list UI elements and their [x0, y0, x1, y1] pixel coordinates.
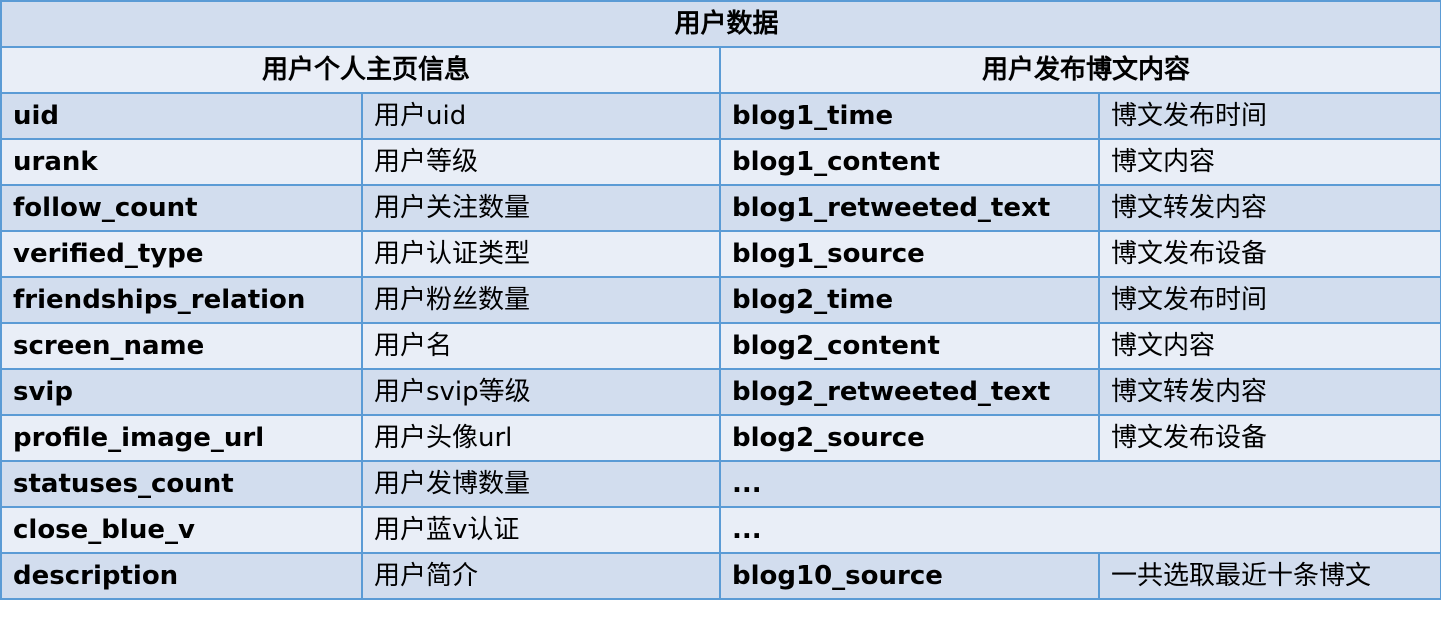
profile-section-header: 用户个人主页信息: [0, 46, 721, 94]
profile-field-desc: 用户发博数量: [361, 460, 721, 508]
blog-field-name: blog2_source: [719, 414, 1100, 462]
blog-field-desc: 博文发布时间: [1097, 276, 1441, 324]
profile-field-name: verified_type: [0, 230, 363, 278]
profile-field-desc: 用户关注数量: [361, 184, 721, 232]
profile-field-name: follow_count: [0, 184, 363, 232]
profile-field-desc: 用户svip等级: [361, 368, 721, 416]
profile-field-desc: 用户蓝v认证: [361, 506, 721, 554]
blog-field-name: blog2_content: [719, 322, 1100, 370]
section-header-row: 用户个人主页信息 用户发布博文内容: [0, 46, 1441, 94]
blog-field-desc: 博文转发内容: [1097, 184, 1441, 232]
table-row: urank 用户等级 blog1_content 博文内容: [0, 138, 1441, 186]
table-row: verified_type 用户认证类型 blog1_source 博文发布设备: [0, 230, 1441, 278]
blog-field-name: blog1_source: [719, 230, 1100, 278]
blog-field-desc: 博文内容: [1097, 322, 1441, 370]
profile-field-desc: 用户名: [361, 322, 721, 370]
profile-field-name: uid: [0, 92, 363, 140]
profile-field-name: description: [0, 552, 363, 600]
profile-field-name: close_blue_v: [0, 506, 363, 554]
blog-field-desc: 博文内容: [1097, 138, 1441, 186]
blog-field-name: blog1_retweeted_text: [719, 184, 1100, 232]
profile-field-name: statuses_count: [0, 460, 363, 508]
blog-field-desc: 博文发布设备: [1097, 230, 1441, 278]
profile-field-desc: 用户uid: [361, 92, 721, 140]
blog-field-desc: 一共选取最近十条博文: [1097, 552, 1441, 600]
blog-field-name: blog1_content: [719, 138, 1100, 186]
blog-field-ellipsis: ...: [718, 506, 1441, 554]
table-row: follow_count 用户关注数量 blog1_retweeted_text…: [0, 184, 1441, 232]
blog-field-desc: 博文转发内容: [1097, 368, 1441, 416]
profile-field-name: urank: [0, 138, 363, 186]
blog-field-desc: 博文发布设备: [1097, 414, 1441, 462]
blog-field-name: blog2_retweeted_text: [719, 368, 1100, 416]
blog-field-desc: 博文发布时间: [1097, 92, 1441, 140]
blog-field-name: blog10_source: [719, 552, 1100, 600]
profile-field-desc: 用户等级: [361, 138, 721, 186]
table-row: uid 用户uid blog1_time 博文发布时间: [0, 92, 1441, 140]
profile-field-desc: 用户认证类型: [361, 230, 721, 278]
profile-field-name: profile_image_url: [0, 414, 363, 462]
blog-field-name: blog1_time: [719, 92, 1100, 140]
profile-field-desc: 用户简介: [361, 552, 721, 600]
profile-field-desc: 用户粉丝数量: [361, 276, 721, 324]
profile-field-name: screen_name: [0, 322, 363, 370]
table-row: screen_name 用户名 blog2_content 博文内容: [0, 322, 1441, 370]
table-row: description 用户简介 blog10_source 一共选取最近十条博…: [0, 552, 1441, 600]
table-row: statuses_count 用户发博数量 ...: [0, 460, 1441, 508]
table-row: close_blue_v 用户蓝v认证 ...: [0, 506, 1441, 554]
profile-field-desc: 用户头像url: [361, 414, 721, 462]
table-row: svip 用户svip等级 blog2_retweeted_text 博文转发内…: [0, 368, 1441, 416]
table-title: 用户数据: [0, 0, 1441, 48]
profile-field-name: svip: [0, 368, 363, 416]
user-data-table: 用户数据 用户个人主页信息 用户发布博文内容 uid 用户uid blog1_t…: [0, 0, 1441, 600]
blog-section-header: 用户发布博文内容: [718, 46, 1441, 94]
blog-field-ellipsis: ...: [718, 460, 1441, 508]
profile-field-name: friendships_relation: [0, 276, 363, 324]
table-row: profile_image_url 用户头像url blog2_source 博…: [0, 414, 1441, 462]
blog-field-name: blog2_time: [719, 276, 1100, 324]
table-title-row: 用户数据: [0, 0, 1441, 48]
table-row: friendships_relation 用户粉丝数量 blog2_time 博…: [0, 276, 1441, 324]
